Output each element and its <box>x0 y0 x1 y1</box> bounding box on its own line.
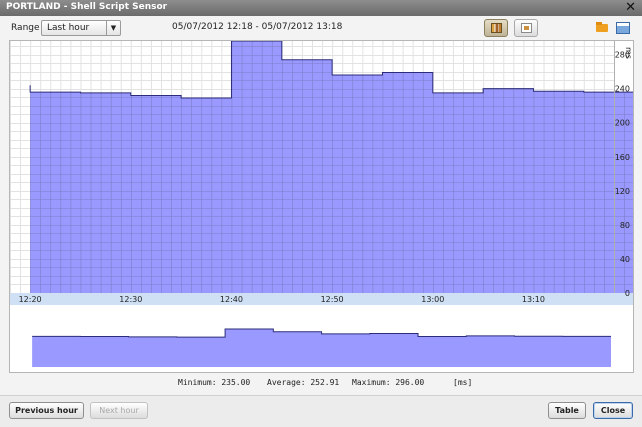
y-tick-label: 0 <box>625 289 630 298</box>
y-tick-label: 80 <box>620 221 630 230</box>
chart-icon <box>491 23 502 33</box>
x-tick-label: 12:40 <box>220 295 243 304</box>
response-time-chart[interactable]: 12:20 12:30 12:40 12:50 13:00 13:10 0 40 80 120 1… <box>10 41 633 372</box>
range-select[interactable]: Last hour ▼ <box>41 20 121 36</box>
stat-maximum: Maximum: 296.00 <box>352 378 425 387</box>
range-select-value: Last hour <box>47 23 90 33</box>
range-label: Range <box>11 23 40 33</box>
overview-series <box>32 328 612 367</box>
window-titlebar: PORTLAND - Shell Script Sensor ✕ <box>0 0 642 16</box>
window-title: PORTLAND - Shell Script Sensor <box>6 2 168 12</box>
stat-unit: [ms] <box>453 378 473 387</box>
chart-view-button[interactable] <box>484 19 508 37</box>
x-tick-label: 12:20 <box>19 295 42 304</box>
table-button[interactable]: Table <box>548 402 586 419</box>
footer: Previous hour Next hour Table Close <box>0 395 642 427</box>
y-tick-label: 40 <box>620 255 630 264</box>
previous-hour-button[interactable]: Previous hour <box>9 402 84 419</box>
window-icon[interactable] <box>615 20 630 34</box>
stat-minimum: Minimum: 235.00 <box>178 378 251 387</box>
x-tick-label: 12:30 <box>119 295 142 304</box>
x-tick-label: 13:00 <box>421 295 444 304</box>
y-tick-label: 160 <box>615 153 630 162</box>
toolbar: Range Last hour ▼ 05/07/2012 12:18 - 05/… <box>0 16 642 40</box>
date-range-label: 05/07/2012 12:18 - 05/07/2012 13:18 <box>172 22 343 32</box>
close-button[interactable]: Close <box>593 402 633 419</box>
close-icon[interactable]: ✕ <box>625 0 636 16</box>
next-hour-button[interactable]: Next hour <box>90 402 148 419</box>
export-icon <box>521 23 532 33</box>
x-tick-label: 13:10 <box>522 295 545 304</box>
chart-panel: 12:20 12:30 12:40 12:50 13:00 13:10 0 40 80 120 1… <box>9 40 634 373</box>
folder-icon[interactable] <box>595 20 609 34</box>
y-tick-label: 200 <box>615 119 630 128</box>
y-tick-label: 120 <box>615 187 630 196</box>
y-axis-label: ms <box>624 47 633 59</box>
overview-area-fill <box>32 329 612 367</box>
x-tick-label: 12:50 <box>321 295 344 304</box>
chevron-down-icon[interactable]: ▼ <box>106 21 120 35</box>
y-tick-label: 240 <box>615 85 630 94</box>
export-button[interactable] <box>514 19 538 37</box>
stat-average: Average: 252.91 <box>267 378 340 387</box>
